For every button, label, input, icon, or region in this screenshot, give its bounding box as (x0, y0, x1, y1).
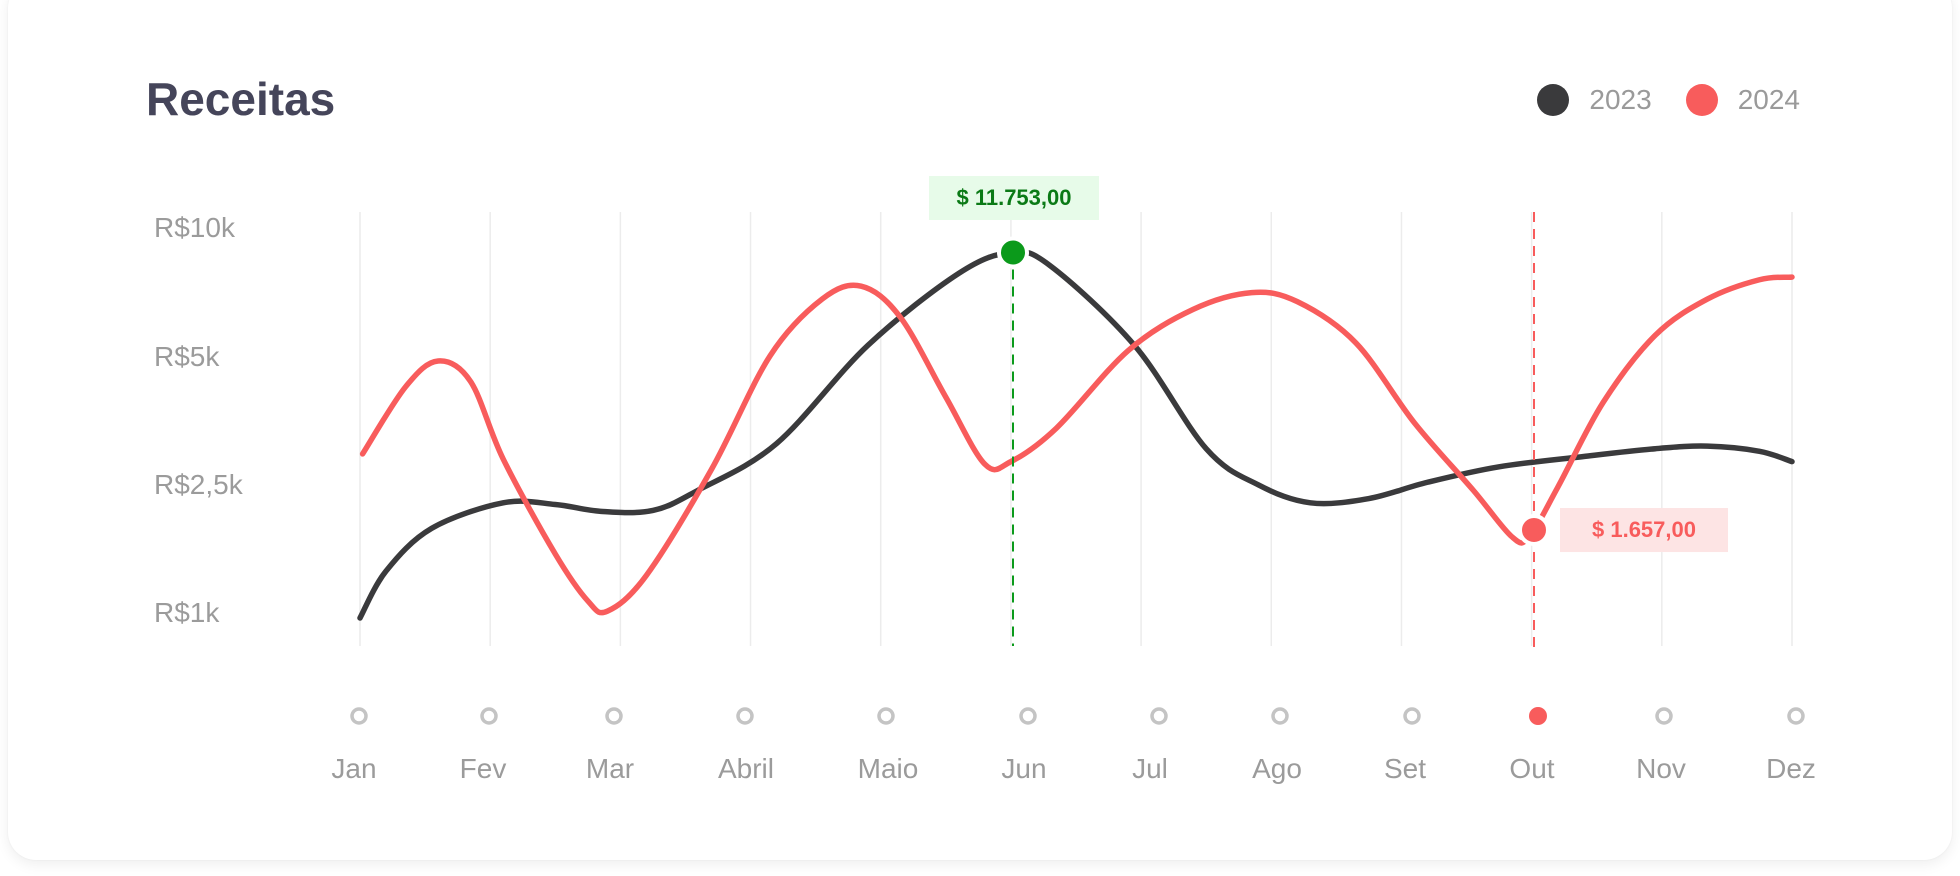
category-marker-ago[interactable] (1271, 707, 1289, 725)
x-tick-label-jun[interactable]: Jun (1001, 753, 1046, 784)
highlight-point-out[interactable] (1518, 514, 1550, 547)
x-tick-label-dez[interactable]: Dez (1766, 753, 1816, 784)
highlight-value-jun: $ 11.753,00 (956, 185, 1071, 210)
category-marker-abril[interactable] (736, 707, 754, 725)
highlight-point-jun[interactable] (997, 236, 1029, 269)
x-tick-label-jul[interactable]: Jul (1132, 753, 1168, 784)
y-tick-label: R$1k (154, 597, 220, 628)
x-tick-label-maio[interactable]: Maio (858, 753, 919, 784)
x-tick-label-abril[interactable]: Abril (718, 753, 774, 784)
x-tick-label-nov[interactable]: Nov (1636, 753, 1686, 784)
revenue-line-chart: R$10k R$5k R$2,5k R$1k $ 11.753,00 $ 1.657,00… (154, 176, 1816, 784)
category-marker-out[interactable] (1529, 707, 1547, 725)
category-marker-set[interactable] (1403, 707, 1421, 725)
category-marker-maio[interactable] (877, 707, 895, 725)
series-line-2023[interactable] (357, 249, 1795, 621)
y-tick-label: R$2,5k (154, 469, 244, 500)
x-tick-label-jan[interactable]: Jan (331, 753, 376, 784)
category-marker-dez[interactable] (1787, 707, 1805, 725)
x-tick-label-set[interactable]: Set (1384, 753, 1426, 784)
x-tick-label-fev[interactable]: Fev (460, 753, 507, 784)
series-line-2024[interactable] (359, 274, 1795, 616)
category-marker-jul[interactable] (1150, 707, 1168, 725)
category-marker-jun[interactable] (1019, 707, 1037, 725)
category-marker-mar[interactable] (605, 707, 623, 725)
x-tick-label-mar[interactable]: Mar (586, 753, 634, 784)
y-tick-label: R$10k (154, 212, 236, 243)
highlight-value-out: $ 1.657,00 (1592, 517, 1696, 542)
category-marker-jan[interactable] (350, 707, 368, 725)
x-tick-label-out[interactable]: Out (1509, 753, 1554, 784)
y-tick-label: R$5k (154, 341, 220, 372)
category-marker-fev[interactable] (480, 707, 498, 725)
category-marker-nov[interactable] (1655, 707, 1673, 725)
x-tick-label-ago[interactable]: Ago (1252, 753, 1302, 784)
